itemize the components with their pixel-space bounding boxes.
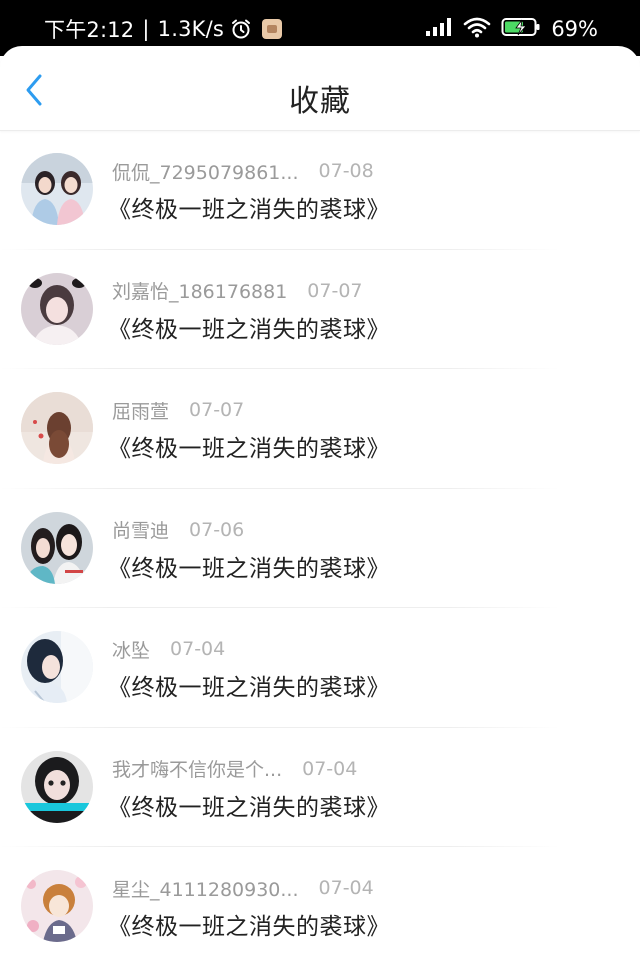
item-title: 《终极一班之消失的裘球》 (108, 316, 390, 343)
battery-charging-icon (501, 16, 541, 43)
list-item[interactable]: 星尘_4111280930... 07-04 《终极一班之消失的裘球》 (0, 847, 640, 967)
list-item[interactable]: 我才嗨不信你是个... 07-04 《终极一班之消失的裘球》 (0, 728, 640, 847)
avatar (21, 750, 93, 823)
item-date: 07-06 (189, 518, 245, 541)
item-date: 07-04 (318, 877, 374, 899)
user-name: 刘嘉怡_186176881 (112, 281, 288, 303)
item-date: 07-07 (307, 279, 363, 302)
item-title: 《终极一班之消失的裘球》 (108, 914, 390, 940)
item-date: 07-04 (170, 638, 226, 660)
list-item[interactable]: 冰坠 07-04 《终极一班之消失的裘球》 (0, 608, 640, 728)
battery-percent: 69% (551, 17, 598, 41)
item-title: 《终极一班之消失的裘球》 (108, 794, 390, 821)
avatar (21, 870, 93, 942)
alarm-icon (230, 18, 252, 40)
item-title: 《终极一班之消失的裘球》 (108, 555, 390, 582)
item-date: 07-07 (189, 399, 245, 421)
user-name: 尚雪迪 (112, 520, 170, 542)
user-name: 冰坠 (112, 639, 151, 662)
avatar (21, 392, 93, 464)
avatar (21, 272, 93, 345)
avatar (21, 153, 93, 225)
network-speed: 1.3K/s (157, 17, 225, 41)
avatar (21, 511, 93, 584)
item-date: 07-08 (318, 160, 374, 182)
list-item[interactable]: 侃侃_7295079861... 07-08 《终极一班之消失的裘球》 (0, 130, 640, 250)
list-item[interactable]: 屈雨萱 07-07 《终极一班之消失的裘球》 (0, 369, 640, 489)
app-notification-icon (262, 19, 283, 39)
item-date: 07-04 (302, 757, 358, 780)
header-bar: 收藏 (0, 46, 640, 131)
user-name: 星尘_4111280930... (112, 878, 299, 901)
user-name: 屈雨萱 (112, 400, 170, 423)
item-title: 《终极一班之消失的裘球》 (108, 436, 390, 462)
wifi-icon (463, 16, 491, 43)
list-item[interactable]: 尚雪迪 07-06 《终极一班之消失的裘球》 (0, 489, 640, 608)
item-title: 《终极一班之消失的裘球》 (108, 675, 390, 701)
item-title: 《终极一班之消失的裘球》 (108, 197, 390, 223)
favorites-list: 侃侃_7295079861... 07-08 《终极一班之消失的裘球》 刘嘉怡_… (0, 130, 640, 967)
list-item[interactable]: 刘嘉怡_186176881 07-07 《终极一班之消失的裘球》 (0, 250, 640, 369)
status-time: 下午2:12 (44, 18, 135, 42)
page-title: 收藏 (289, 84, 351, 119)
user-name: 我才嗨不信你是个... (112, 759, 283, 781)
avatar (21, 631, 93, 703)
user-name: 侃侃_7295079861... (112, 161, 299, 184)
signal-icon (425, 17, 453, 42)
